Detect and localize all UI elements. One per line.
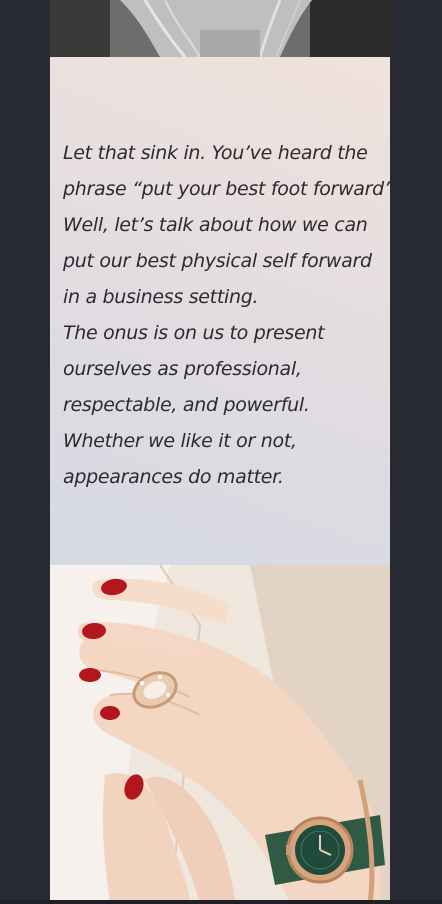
paragraph-line: Whether we like it or not, (63, 430, 297, 452)
paragraph-line: put our best physical self forward (63, 250, 372, 272)
article-paragraph: Let that sink in. You’ve heard the phras… (63, 135, 390, 495)
content-column: Let that sink in. You’ve heard the phras… (50, 0, 390, 904)
paragraph-line: Well, let’s talk about how we can (63, 214, 368, 236)
paragraph-line: The onus is on us to present (63, 322, 325, 344)
paragraph-line: Let that sink in. You’ve heard the (63, 142, 368, 164)
paragraph-line: appearances do matter. (63, 466, 284, 488)
text-panel: Let that sink in. You’ve heard the phras… (50, 57, 390, 565)
paragraph-line: ourselves as professional, (63, 358, 302, 380)
jewelry-photo-art (50, 565, 390, 904)
page-bottom-edge (0, 900, 442, 904)
jewelry-photo (50, 565, 390, 904)
paragraph-line: respectable, and powerful. (63, 394, 310, 416)
header-photo-art (50, 0, 390, 57)
page: Let that sink in. You’ve heard the phras… (0, 0, 442, 904)
paragraph-line: phrase “put your best foot forward”. (63, 178, 390, 200)
header-photo (50, 0, 390, 57)
paragraph-line: in a business setting. (63, 286, 259, 308)
